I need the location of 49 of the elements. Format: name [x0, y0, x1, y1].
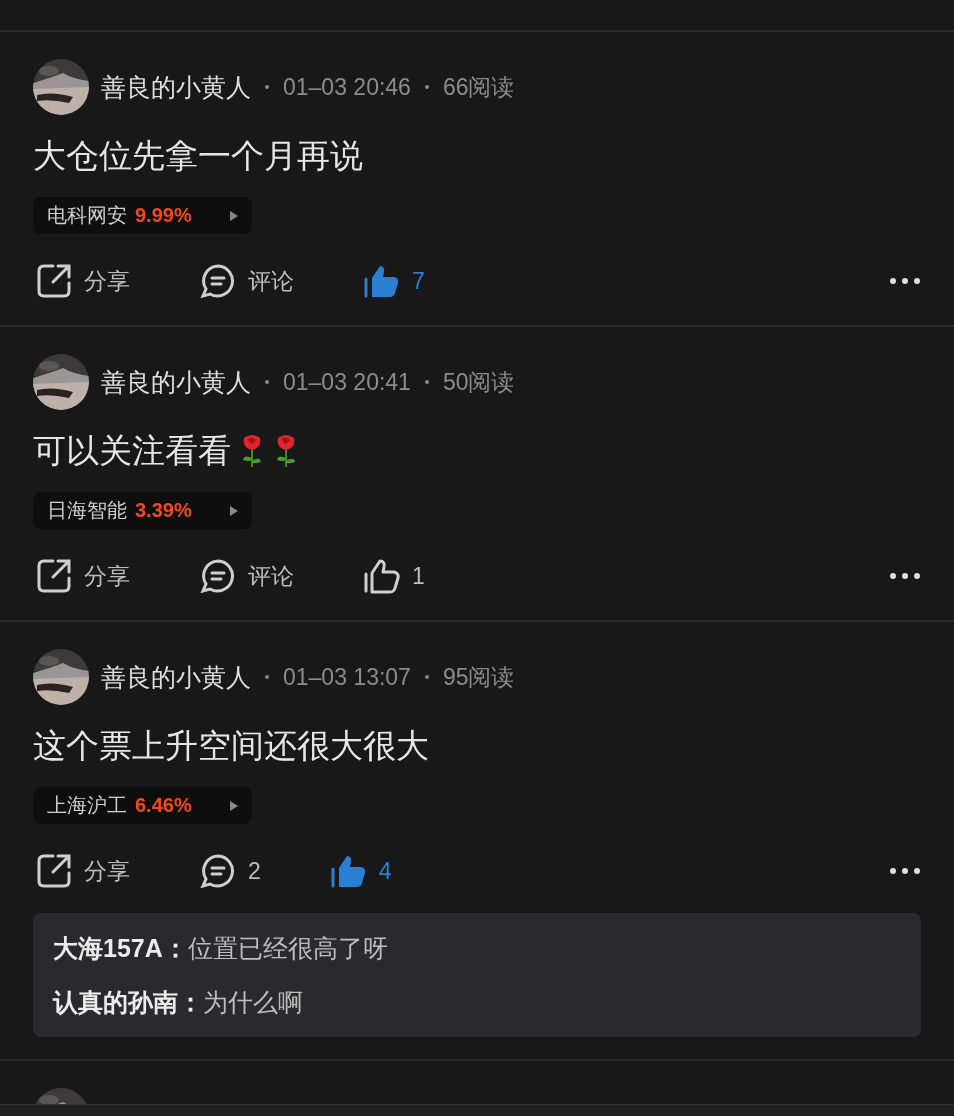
share-icon — [36, 853, 72, 889]
read-count: 50阅读 — [442, 367, 515, 397]
play-icon — [230, 505, 238, 516]
share-button[interactable]: 分享 — [33, 558, 133, 594]
comment-author[interactable]: 认真的孙南： — [53, 983, 203, 1021]
post-text: 大仓位先拿一个月再说 — [33, 136, 363, 176]
share-icon — [36, 263, 72, 299]
comment-icon — [200, 263, 236, 299]
like-button[interactable]: 7 — [361, 263, 428, 299]
more-icon[interactable] — [889, 572, 921, 580]
stock-tag[interactable]: 日海智能 3.39% — [33, 492, 252, 529]
thumbs-up-icon — [364, 263, 400, 299]
stock-change: 6.46% — [135, 794, 192, 817]
comment-text: 位置已经很高了呀 — [187, 933, 388, 964]
author-name[interactable]: 善良的小黄人 — [101, 660, 251, 694]
share-button[interactable]: 分享 — [33, 263, 133, 299]
comment-button[interactable]: 评论 — [197, 558, 297, 594]
more-icon[interactable] — [889, 277, 921, 285]
stock-name: 日海智能 — [47, 498, 127, 523]
more-icon[interactable] — [889, 867, 921, 875]
stock-tag[interactable]: 电科网安 9.99% — [33, 197, 252, 234]
comment-icon — [200, 558, 236, 594]
comment-author[interactable]: 大海157A： — [53, 929, 188, 967]
share-icon — [36, 558, 72, 594]
read-count: 66阅读 — [442, 72, 515, 102]
post-time: 01–03 20:46 — [283, 73, 411, 101]
stock-name: 电科网安 — [47, 203, 127, 228]
like-button[interactable]: 1 — [361, 558, 428, 594]
thumbs-up-icon — [364, 558, 400, 594]
share-button[interactable]: 分享 — [33, 853, 133, 889]
stock-change: 9.99% — [135, 204, 192, 227]
post-time: 01–03 20:41 — [283, 368, 411, 396]
post-text: 这个票上升空间还很大很大 — [33, 726, 429, 766]
post-time: 01–03 13:07 — [283, 663, 411, 691]
thumbs-up-icon — [330, 853, 367, 889]
read-count: 95阅读 — [442, 662, 515, 692]
author-name[interactable]: 善良的小黄人 — [101, 365, 251, 399]
stock-change: 3.39% — [135, 499, 192, 522]
stock-name: 上海沪工 — [47, 793, 127, 818]
play-icon — [230, 800, 238, 811]
comment-icon — [200, 853, 236, 889]
like-button[interactable]: 4 — [327, 853, 395, 889]
author-name[interactable]: 善良的小黄人 — [101, 70, 251, 104]
stock-tag[interactable]: 上海沪工 6.46% — [33, 787, 252, 824]
play-icon — [230, 210, 238, 221]
comment-button[interactable]: 2 — [197, 853, 264, 889]
comment-button[interactable]: 评论 — [197, 263, 297, 299]
comment-text: 为什么啊 — [203, 987, 303, 1018]
post-text: 可以关注看看 — [33, 431, 231, 471]
